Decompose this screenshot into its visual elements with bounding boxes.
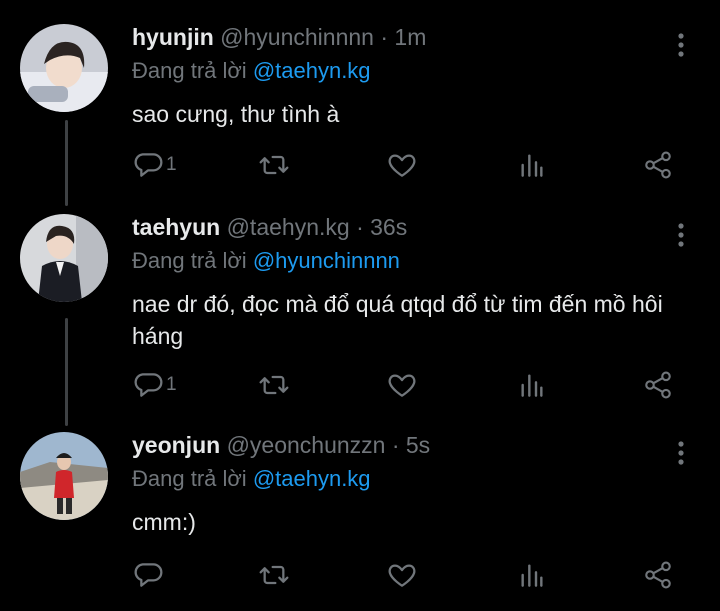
reply-button[interactable]: 1 [132,368,177,402]
speech-bubble-icon [132,369,164,401]
vertical-dots-icon[interactable] [668,30,694,60]
user-handle[interactable]: @yeonchunzzn [227,432,386,458]
tweet-header: taehyun @taehyn.kg · 36s [132,214,407,241]
share-icon [642,149,674,181]
replying-to: Đang trả lời @taehyn.kg [132,466,371,492]
user-handle[interactable]: @hyunchinnnn [220,24,374,50]
timestamp[interactable]: · 5s [392,432,430,458]
share-button[interactable] [642,558,674,592]
replying-to-label: Đang trả lời [132,248,253,273]
retweet-button[interactable] [258,368,290,402]
vertical-dots-icon[interactable] [668,220,694,250]
heart-icon [386,559,418,591]
display-name[interactable]: taehyun [132,214,220,240]
tweet-text: nae dr đó, đọc mà đổ quá qtqd đổ từ tim … [132,291,663,349]
retweet-button[interactable] [258,148,290,182]
replying-to-label: Đang trả lời [132,58,253,83]
timestamp[interactable]: · 1m [380,24,426,50]
share-button[interactable] [642,368,674,402]
avatar[interactable] [20,24,108,112]
tweet-header: yeonjun @yeonchunzzn · 5s [132,432,430,459]
avatar[interactable] [20,214,108,302]
reply-button[interactable] [132,558,166,592]
replying-to-label: Đang trả lời [132,466,253,491]
tweet-header: hyunjin @hyunchinnnn · 1m [132,24,426,51]
share-icon [642,559,674,591]
like-button[interactable] [386,368,418,402]
retweet-button[interactable] [258,558,290,592]
bar-chart-icon [516,559,548,591]
bar-chart-icon [516,369,548,401]
tweet[interactable]: yeonjun @yeonchunzzn · 5s Đang trả lời @… [0,428,720,608]
tweet-text: cmm:) [132,509,196,535]
replying-to: Đang trả lời @hyunchinnnn [132,248,400,274]
speech-bubble-icon [132,149,164,181]
vertical-dots-icon[interactable] [668,438,694,468]
heart-icon [386,149,418,181]
action-bar: 1 [132,368,692,402]
user-handle[interactable]: @taehyn.kg [227,214,350,240]
tweet-text: sao cưng, thư tình à [132,101,340,127]
tweet[interactable]: hyunjin @hyunchinnnn · 1m Đang trả lời @… [0,20,720,200]
retweet-icon [258,149,290,181]
like-button[interactable] [386,558,418,592]
display-name[interactable]: hyunjin [132,24,214,50]
replying-to: Đang trả lời @taehyn.kg [132,58,371,84]
display-name[interactable]: yeonjun [132,432,220,458]
timestamp[interactable]: · 36s [356,214,407,240]
speech-bubble-icon [132,559,164,591]
like-button[interactable] [386,148,418,182]
tweet[interactable]: taehyun @taehyn.kg · 36s Đang trả lời @h… [0,210,720,420]
heart-icon [386,369,418,401]
action-bar [132,558,692,592]
reply-button[interactable]: 1 [132,148,177,182]
share-button[interactable] [642,148,674,182]
bar-chart-icon [516,149,548,181]
reply-count: 1 [166,154,177,175]
mention-link[interactable]: @taehyn.kg [253,466,371,491]
reply-count: 1 [166,374,177,395]
retweet-icon [258,369,290,401]
views-button[interactable] [516,148,548,182]
mention-link[interactable]: @taehyn.kg [253,58,371,83]
avatar[interactable] [20,432,108,520]
views-button[interactable] [516,558,548,592]
views-button[interactable] [516,368,548,402]
retweet-icon [258,559,290,591]
share-icon [642,369,674,401]
action-bar: 1 [132,148,692,182]
mention-link[interactable]: @hyunchinnnn [253,248,400,273]
